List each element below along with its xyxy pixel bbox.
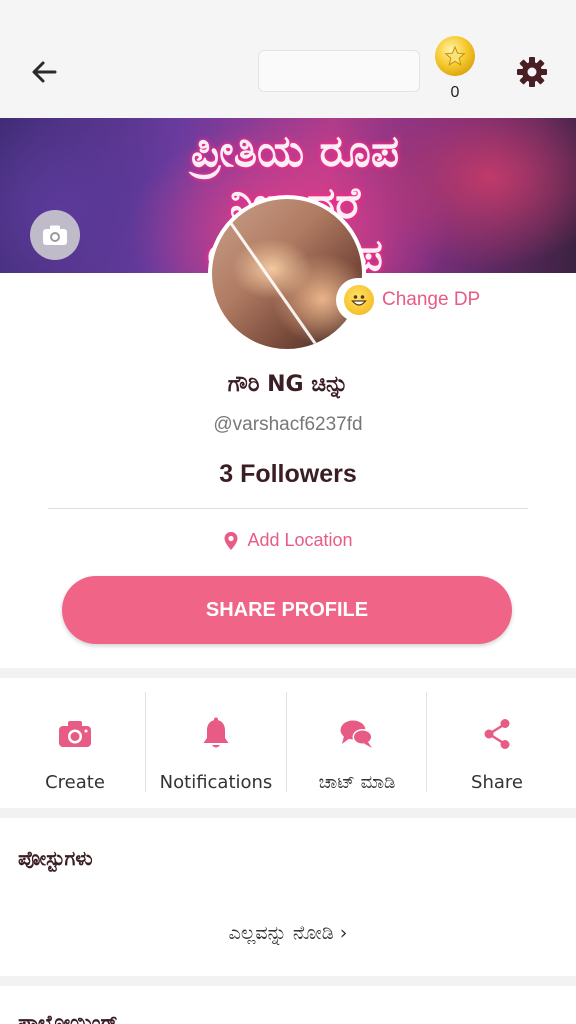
change-dp-button[interactable]: Change DP — [336, 278, 491, 322]
camera-icon — [43, 225, 67, 245]
back-arrow-icon — [32, 61, 57, 83]
followers-count[interactable]: 3 Followers — [0, 460, 576, 489]
create-button[interactable]: Create — [5, 692, 145, 793]
action-label: Create — [45, 772, 105, 793]
notifications-button[interactable]: Notifications — [146, 692, 286, 793]
bell-icon — [203, 717, 229, 748]
share-icon — [484, 719, 510, 749]
coin-count: 0 — [450, 84, 460, 101]
location-pin-icon — [224, 531, 238, 550]
add-location-button[interactable]: Add Location — [0, 530, 576, 551]
coin-icon — [435, 36, 475, 76]
divider — [48, 508, 528, 509]
chat-button[interactable]: ಚಾಟ್ ಮಾಡಿ — [287, 692, 427, 793]
settings-button[interactable] — [510, 50, 554, 94]
see-all-link[interactable]: ಎಲ್ಲವನ್ನು ನೋಡಿ › — [0, 922, 576, 944]
posts-card: ಪೋಸ್ಟುಗಳು ಎಲ್ಲವನ್ನು ನೋಡಿ › — [0, 818, 576, 976]
following-card: ಪಾಲೋಯಿಂಗ್ — [0, 986, 576, 1024]
actions-card: Create Notifications ಚಾಟ್ ಮಾಡಿ Share — [0, 678, 576, 808]
share-profile-button[interactable]: SHARE PROFILE — [62, 576, 512, 644]
add-location-label: Add Location — [247, 530, 353, 550]
posts-title: ಪೋಸ್ಟುಗಳು — [18, 846, 93, 870]
avatar-divider — [217, 205, 330, 349]
profile-name: ಗೌರಿ NG ಚಿನ್ನು — [227, 372, 349, 397]
gear-icon — [517, 57, 547, 87]
cover-text-line: ಪ್ರೀತಿಯ ರೂಪ — [190, 126, 400, 177]
following-title: ಪಾಲೋಯಿಂಗ್ — [18, 1010, 118, 1024]
action-label: ಚಾಟ್ ಮಾಡಿ — [318, 772, 396, 793]
avatar[interactable] — [208, 195, 366, 353]
action-label: Notifications — [159, 772, 273, 793]
chat-icon — [340, 720, 373, 748]
camera-icon — [59, 721, 91, 747]
top-app-bar: 0 — [0, 0, 576, 118]
change-cover-button[interactable] — [30, 210, 80, 260]
share-button[interactable]: Share — [427, 692, 567, 793]
change-dp-label: Change DP — [382, 289, 481, 310]
status-bar — [0, 0, 576, 30]
coin-balance[interactable]: 0 — [432, 36, 478, 106]
search-field[interactable] — [258, 50, 420, 92]
grin-emoji-icon — [344, 285, 374, 315]
star-icon — [444, 45, 466, 66]
back-button[interactable] — [22, 50, 66, 94]
action-label: Share — [471, 772, 523, 793]
profile-handle: @varshacf6237fd — [213, 414, 363, 435]
